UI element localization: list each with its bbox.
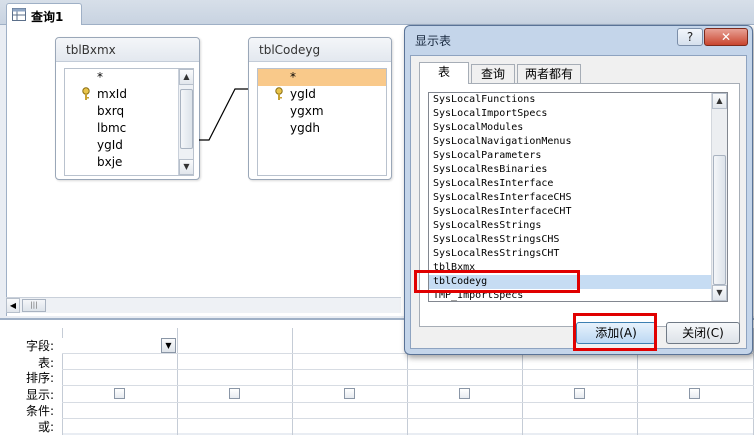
- field-list[interactable]: * mxId bxrq lbmc ygId bxje · ▲ ▼: [64, 68, 194, 176]
- list-item[interactable]: SysLocalResStringsCHS: [429, 233, 713, 247]
- show-table-dialog: 显示表 ? ✕ 表 查询 两者都有 SysLocalFunctions SysL…: [404, 25, 753, 355]
- field-item[interactable]: mxId: [65, 86, 177, 103]
- field-item[interactable]: ygId: [258, 86, 386, 103]
- list-item[interactable]: SysLocalResInterface: [429, 177, 713, 191]
- design-horizontal-scrollbar[interactable]: ◀ |||: [6, 297, 401, 313]
- table-list-scrollbar[interactable]: ▲ ▼: [711, 93, 727, 301]
- row-label-sort: 排序:: [25, 371, 54, 385]
- help-button[interactable]: ?: [677, 28, 703, 46]
- primary-key-icon: [82, 87, 90, 100]
- document-tab-bar: 查询1: [0, 0, 754, 26]
- list-item[interactable]: SysLocalResInterfaceCHS: [429, 191, 713, 205]
- field-item[interactable]: ygId: [65, 137, 177, 154]
- dialog-title: 显示表: [415, 34, 452, 48]
- table-name: tblCodeyg: [259, 43, 321, 57]
- row-label-or: 或:: [37, 420, 54, 434]
- row-label-criteria: 条件:: [25, 404, 54, 418]
- show-checkbox[interactable]: [574, 388, 585, 399]
- scroll-down-icon[interactable]: ▼: [712, 285, 727, 301]
- list-item[interactable]: SysLocalNavigationMenus: [429, 135, 713, 149]
- table-box-header[interactable]: tblBxmx: [56, 38, 199, 62]
- list-item[interactable]: tblBxmx: [429, 261, 713, 275]
- table-name: tblBxmx: [66, 43, 116, 57]
- field-item[interactable]: ·: [65, 170, 177, 175]
- field-item[interactable]: bxje: [65, 154, 177, 171]
- query-tab-label: 查询1: [31, 10, 64, 24]
- grid-row-labels: 字段: 表: 排序: 显示: 条件: 或:: [0, 320, 62, 435]
- field-item[interactable]: bxrq: [65, 103, 177, 120]
- close-button[interactable]: 关闭(C): [666, 322, 740, 344]
- list-item[interactable]: TMP_ImportSpecs: [429, 289, 713, 301]
- show-checkbox[interactable]: [229, 388, 240, 399]
- join-line[interactable]: [199, 85, 249, 145]
- tab-both[interactable]: 两者都有: [517, 64, 581, 84]
- tab-tables[interactable]: 表: [419, 62, 469, 84]
- table-box-tblcodeyg[interactable]: tblCodeyg * ygId ygxm ygdh: [248, 37, 392, 180]
- tab-queries[interactable]: 查询: [471, 64, 515, 84]
- grid-row: [62, 402, 754, 403]
- grid-row: [62, 369, 754, 370]
- dialog-close-button[interactable]: ✕: [704, 28, 748, 46]
- field-item[interactable]: lbmc: [65, 120, 177, 137]
- show-checkbox[interactable]: [344, 388, 355, 399]
- primary-key-icon: [275, 87, 283, 100]
- field-list[interactable]: * ygId ygxm ygdh: [257, 68, 387, 176]
- query-tab[interactable]: 查询1: [6, 3, 82, 26]
- field-dropdown[interactable]: ▼: [62, 338, 176, 353]
- scroll-thumb[interactable]: [180, 89, 193, 149]
- list-item-selected[interactable]: tblCodeyg: [429, 275, 713, 289]
- field-item[interactable]: ygxm: [258, 103, 386, 120]
- add-button[interactable]: 添加(A): [576, 322, 656, 344]
- scroll-down-icon[interactable]: ▼: [179, 159, 193, 175]
- dialog-body: 表 查询 两者都有 SysLocalFunctions SysLocalImpo…: [410, 55, 747, 349]
- table-box-header[interactable]: tblCodeyg: [249, 38, 391, 62]
- query-icon: [12, 8, 26, 21]
- show-checkbox[interactable]: [114, 388, 125, 399]
- row-label-show: 显示:: [25, 388, 54, 402]
- row-label-field: 字段:: [25, 339, 54, 353]
- scroll-thumb[interactable]: |||: [22, 299, 46, 312]
- tab-panel: SysLocalFunctions SysLocalImportSpecs Sy…: [419, 83, 740, 327]
- list-item[interactable]: SysLocalResInterfaceCHT: [429, 205, 713, 219]
- list-item[interactable]: SysLocalResStringsCHT: [429, 247, 713, 261]
- list-item[interactable]: SysLocalParameters: [429, 149, 713, 163]
- list-item[interactable]: SysLocalFunctions: [429, 93, 713, 107]
- field-item-selected[interactable]: *: [258, 69, 386, 86]
- list-item[interactable]: SysLocalResStrings: [429, 219, 713, 233]
- scroll-left-icon[interactable]: ◀: [6, 298, 20, 313]
- list-item[interactable]: SysLocalModules: [429, 121, 713, 135]
- scroll-thumb[interactable]: [713, 155, 726, 285]
- field-item[interactable]: *: [65, 69, 177, 86]
- table-list[interactable]: SysLocalFunctions SysLocalImportSpecs Sy…: [428, 92, 728, 302]
- grid-row: [62, 418, 754, 419]
- field-item[interactable]: ygdh: [258, 120, 386, 137]
- chevron-down-icon[interactable]: ▼: [161, 338, 176, 353]
- scroll-up-icon[interactable]: ▲: [712, 93, 727, 109]
- field-list-scrollbar[interactable]: ▲ ▼: [178, 69, 193, 175]
- show-checkbox[interactable]: [689, 388, 700, 399]
- show-checkbox[interactable]: [459, 388, 470, 399]
- list-item[interactable]: SysLocalImportSpecs: [429, 107, 713, 121]
- table-box-tblbxmx[interactable]: tblBxmx * mxId bxrq lbmc ygId bxje · ▲ ▼: [55, 37, 200, 180]
- list-item[interactable]: SysLocalResBinaries: [429, 163, 713, 177]
- grid-row: [62, 385, 754, 386]
- scroll-up-icon[interactable]: ▲: [179, 69, 193, 85]
